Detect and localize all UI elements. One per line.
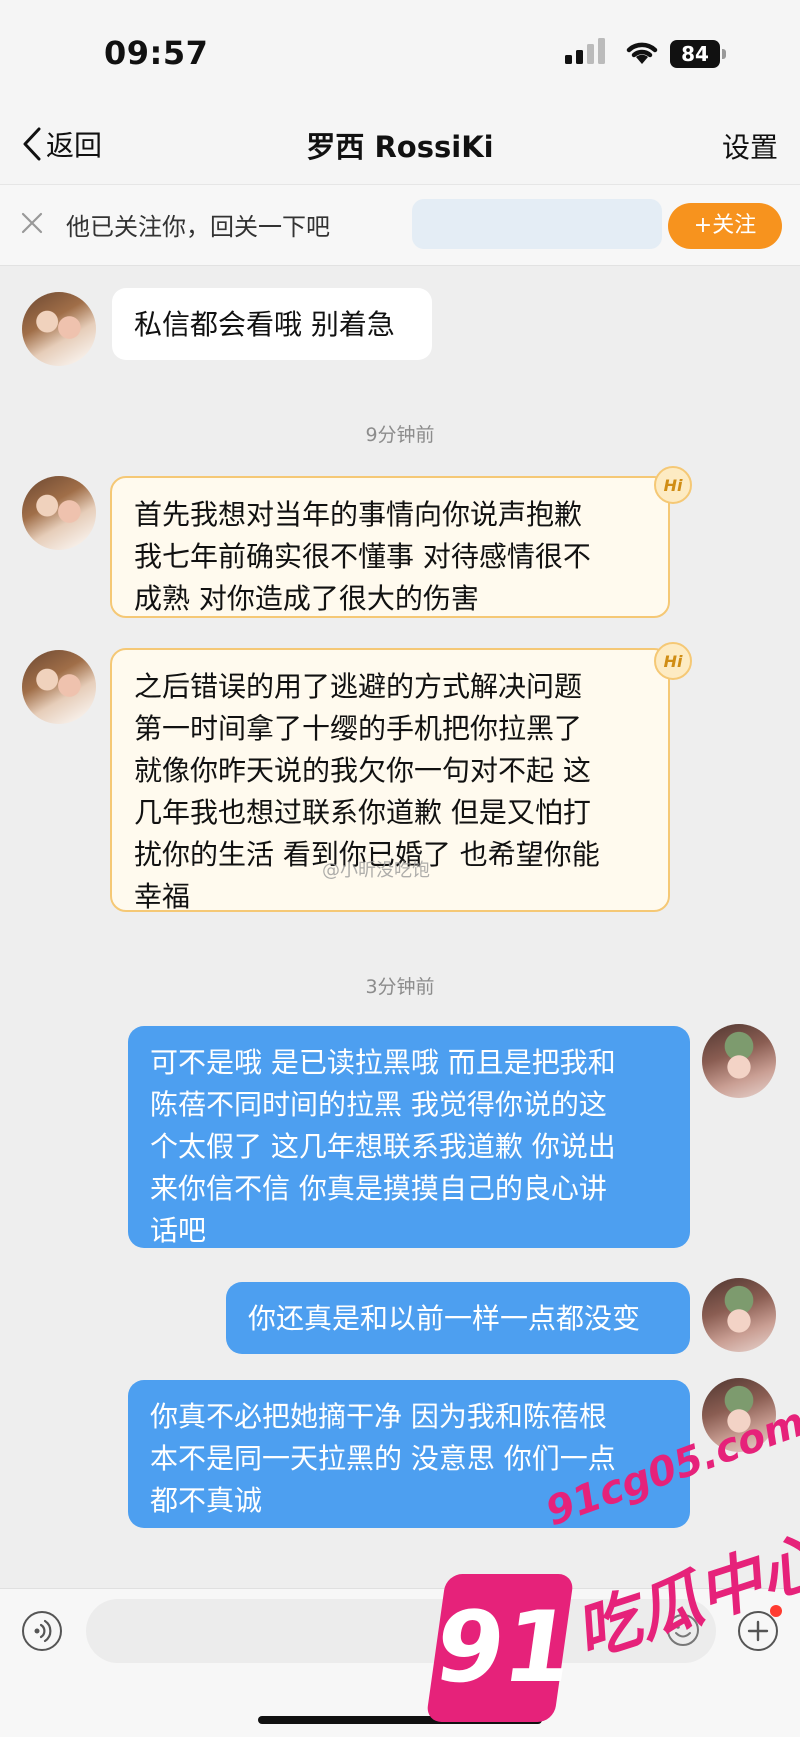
settings-button[interactable]: 设置 — [722, 126, 778, 166]
watermark-text: @小昕没吃饱 — [322, 860, 430, 881]
message-line: 个太假了 这几年想联系我道歉 你说出 — [150, 1130, 616, 1163]
chat-header: 返回 罗西 RossiKi 设置 — [0, 100, 800, 184]
sender-avatar[interactable] — [22, 650, 96, 724]
message-line: 话吧 — [150, 1214, 207, 1247]
hi-badge-icon: Hi — [654, 466, 692, 504]
cellular-signal-icon — [565, 38, 605, 64]
message-bubble[interactable]: 私信都会看哦 别着急 — [112, 288, 432, 360]
timestamp: 3分钟前 — [365, 976, 435, 998]
message-line: 首先我想对当年的事情向你说声抱歉 — [134, 498, 583, 531]
message-line: 幸福 — [134, 880, 191, 913]
chat-title: 罗西 RossiKi — [306, 130, 494, 164]
message-line: 第一时间拿了十缨的手机把你拉黑了 — [134, 712, 583, 745]
my-avatar[interactable] — [702, 1024, 776, 1098]
message-line: 我七年前确实很不懂事 对待感情很不 — [134, 540, 591, 573]
battery-cap — [722, 49, 726, 59]
message-line: 私信都会看哦 别着急 — [134, 308, 395, 341]
follow-back-text: 他已关注你，回关一下吧 — [66, 213, 330, 241]
status-bar: 09:57 84 — [0, 0, 800, 100]
sender-avatar[interactable] — [22, 292, 96, 366]
wifi-icon — [626, 42, 658, 64]
message-line: 就像你昨天说的我欠你一句对不起 这 — [134, 754, 591, 787]
message-line: 你还真是和以前一样一点都没变 — [248, 1302, 641, 1335]
message-line: 之后错误的用了逃避的方式解决问题 — [134, 670, 583, 703]
back-label: 返回 — [46, 129, 103, 162]
sender-avatar[interactable] — [22, 476, 96, 550]
message-bubble[interactable]: 你还真是和以前一样一点都没变 — [226, 1282, 690, 1354]
hi-badge-icon: Hi — [654, 642, 692, 680]
follow-button[interactable]: +关注 — [668, 203, 782, 249]
close-icon[interactable] — [20, 211, 44, 235]
message-bubble[interactable]: 首先我想对当年的事情向你说声抱歉 我七年前确实很不懂事 对待感情很不 成熟 对你… — [110, 476, 670, 618]
message-line: 可不是哦 是已读拉黑哦 而且是把我和 — [150, 1046, 616, 1079]
chevron-left-icon — [23, 127, 41, 161]
message-line: 几年我也想过联系你道歉 但是又怕打 — [134, 796, 591, 829]
message-line: 成熟 对你造成了很大的伤害 — [134, 582, 479, 615]
voice-button[interactable] — [22, 1611, 62, 1651]
message-line: 陈蓓不同时间的拉黑 我觉得你说的这 — [150, 1088, 607, 1121]
follow-back-banner: 他已关注你，回关一下吧 +关注 — [0, 184, 800, 266]
status-time: 09:57 — [104, 34, 209, 72]
voice-icon — [34, 1619, 52, 1643]
back-button[interactable]: 返回 — [22, 124, 102, 164]
battery-indicator: 84 — [670, 40, 720, 68]
my-avatar[interactable] — [702, 1278, 776, 1352]
message-line: 你真不必把她摘干净 因为我和陈蓓根 — [150, 1400, 607, 1433]
message-bubble[interactable]: 可不是哦 是已读拉黑哦 而且是把我和 陈蓓不同时间的拉黑 我觉得你说的这 个太假… — [128, 1026, 690, 1248]
message-line: 来你信不信 你真是摸摸自己的良心讲 — [150, 1172, 607, 1205]
brand-logo: 91 — [425, 1574, 580, 1722]
timestamp: 9分钟前 — [365, 424, 435, 446]
blurred-region — [412, 199, 662, 249]
